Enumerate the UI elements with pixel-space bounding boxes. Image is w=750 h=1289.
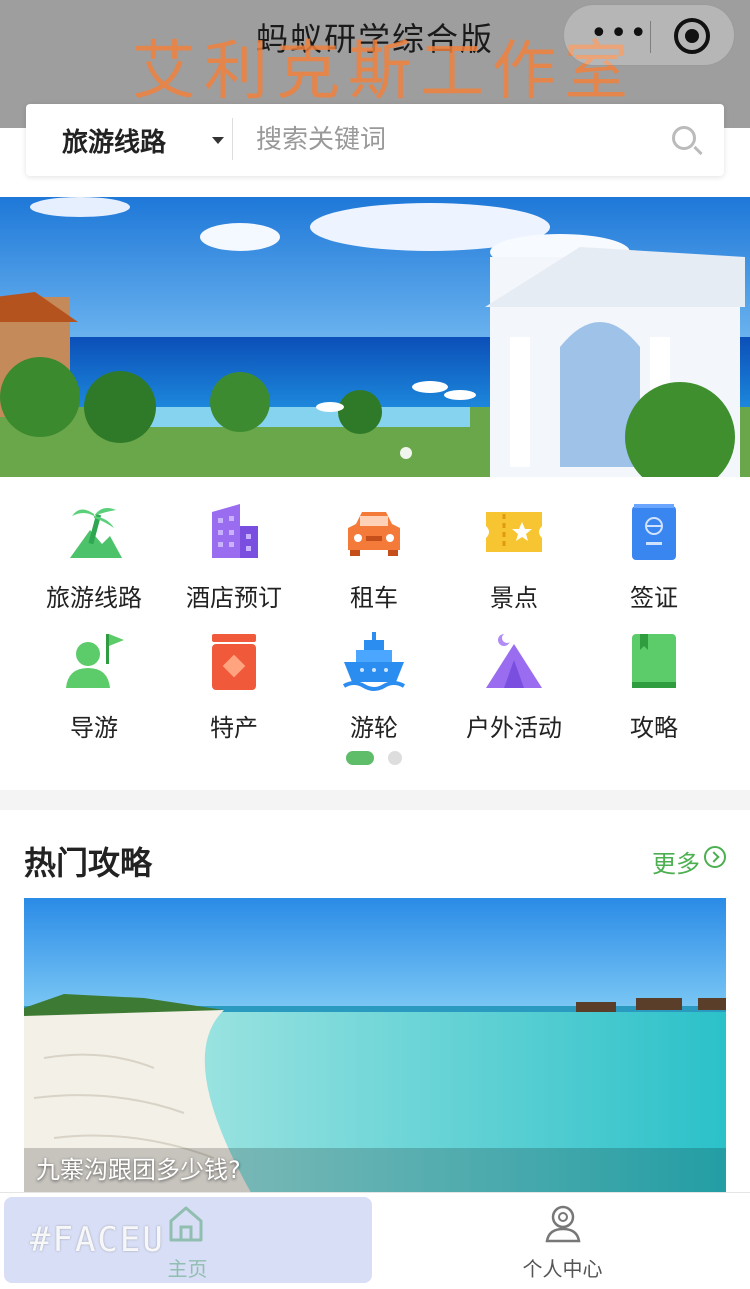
- caret-down-icon[interactable]: [212, 137, 224, 144]
- grid-item-label: 特产: [210, 714, 258, 742]
- category-selector[interactable]: 旅游线路: [62, 122, 166, 159]
- specialty-box-icon: [202, 630, 266, 694]
- chevron-right-circle-icon[interactable]: [704, 846, 726, 868]
- close-target-icon[interactable]: [674, 18, 710, 54]
- tent-icon: [482, 630, 546, 694]
- banner-image: [0, 197, 750, 477]
- grid-item-label: 酒店预订: [186, 584, 282, 612]
- grid-item-specialty[interactable]: 特产: [164, 630, 304, 743]
- more-link[interactable]: 更多: [652, 844, 700, 879]
- guide-card-title: 九寨沟跟团多少钱?: [36, 1156, 241, 1184]
- grid-item-cruise[interactable]: 游轮: [304, 630, 444, 743]
- tab-label: 个人中心: [522, 1257, 603, 1281]
- banner-carousel[interactable]: [0, 197, 750, 477]
- section-spacer: [0, 790, 750, 810]
- hotel-building-icon: [202, 500, 266, 564]
- tab-profile[interactable]: 个人中心: [375, 1193, 750, 1289]
- grid-item-car-rental[interactable]: 租车: [304, 500, 444, 613]
- grid-item-visa[interactable]: 签证: [584, 500, 724, 613]
- ticket-icon: [482, 500, 546, 564]
- grid-item-label: 签证: [630, 584, 678, 612]
- grid-item-label: 户外活动: [466, 714, 562, 742]
- watermark-text: 艾利克斯工作室: [132, 35, 636, 109]
- search-icon[interactable]: [672, 126, 696, 150]
- grid-page-indicator[interactable]: [388, 751, 402, 765]
- more-dots-icon[interactable]: •••: [590, 19, 649, 49]
- search-bar: 旅游线路: [26, 104, 724, 176]
- car-icon: [342, 500, 406, 564]
- grid-item-guide[interactable]: 导游: [24, 630, 164, 743]
- guide-book-icon: [622, 630, 686, 694]
- grid-item-label: 攻略: [630, 714, 678, 742]
- section-title: 热门攻略: [24, 844, 153, 882]
- palm-tree-icon: [62, 500, 126, 564]
- banner-indicator-dot[interactable]: [400, 447, 412, 459]
- grid-item-guides[interactable]: 攻略: [584, 630, 724, 743]
- grid-item-outdoor[interactable]: 户外活动: [444, 630, 584, 743]
- grid-item-label: 旅游线路: [46, 584, 142, 612]
- grid-item-hotel[interactable]: 酒店预订: [164, 500, 304, 613]
- search-divider: [232, 118, 233, 160]
- cruise-ship-icon: [342, 630, 406, 694]
- passport-icon: [622, 500, 686, 564]
- user-profile-icon: [545, 1203, 581, 1247]
- grid-page-indicator-active[interactable]: [346, 751, 374, 765]
- capsule-divider: [650, 21, 651, 53]
- grid-item-label: 游轮: [350, 714, 398, 742]
- grid-item-label: 景点: [490, 584, 538, 612]
- grid-item-label: 导游: [70, 714, 118, 742]
- search-input[interactable]: [256, 118, 656, 162]
- guide-flag-icon: [62, 630, 126, 694]
- mini-program-capsule: •••: [563, 4, 735, 66]
- faceu-watermark: #FACEU: [30, 1220, 165, 1260]
- grid-item-attractions[interactable]: 景点: [444, 500, 584, 613]
- grid-item-travel-routes[interactable]: 旅游线路: [24, 500, 164, 613]
- grid-item-label: 租车: [350, 584, 398, 612]
